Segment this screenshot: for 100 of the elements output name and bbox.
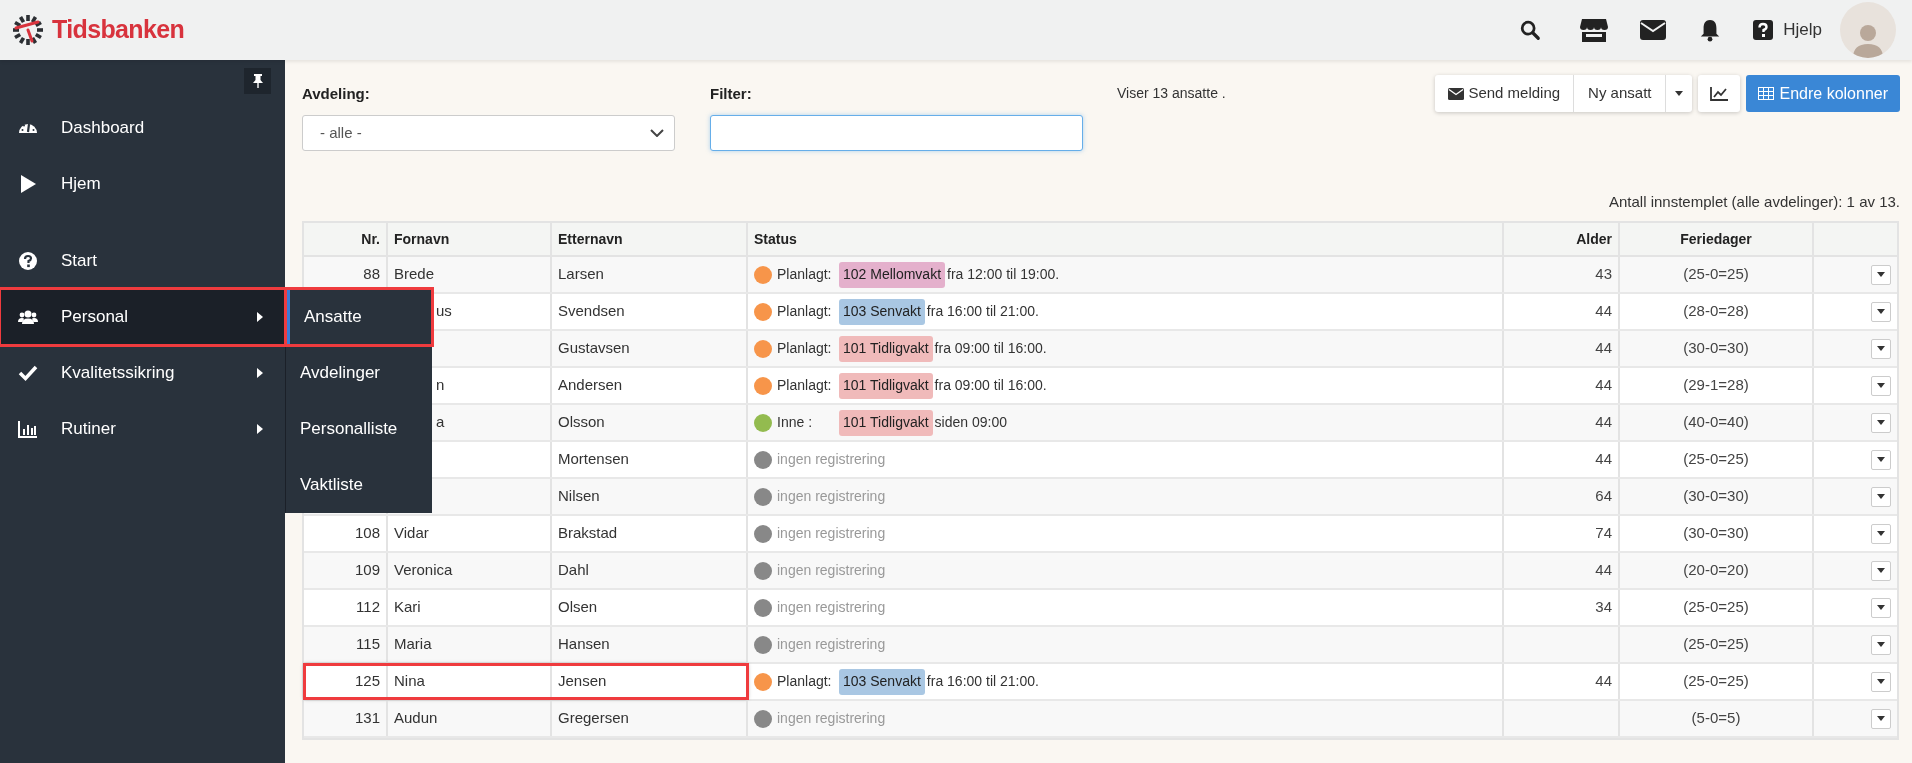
table-cell-text: Kari	[394, 597, 421, 618]
shift-tag: 101 Tidligvakt	[839, 372, 933, 399]
search-icon[interactable]	[1519, 19, 1542, 41]
table-cell-text: Larsen	[558, 264, 604, 285]
row-menu-button[interactable]	[1871, 634, 1891, 655]
row-menu-button[interactable]	[1871, 301, 1891, 322]
table-cell-text: (20-0=20)	[1683, 560, 1749, 581]
row-menu-button[interactable]	[1871, 486, 1891, 507]
row-menu-button[interactable]	[1871, 523, 1891, 544]
table-cell-text: (30-0=30)	[1683, 523, 1749, 544]
status-label: Planlagt:	[777, 265, 833, 284]
table-cell-text: (30-0=30)	[1683, 338, 1749, 359]
row-menu-button[interactable]	[1871, 597, 1891, 618]
table-cell-text: (28-0=28)	[1683, 301, 1749, 322]
table-cell-text: Audun	[394, 708, 438, 729]
row-menu-button[interactable]	[1871, 449, 1891, 470]
chart-button[interactable]	[1698, 75, 1741, 112]
send-message-button[interactable]: Send melding	[1435, 75, 1575, 112]
caret-down-icon	[1675, 91, 1684, 96]
status-label: ingen registrering	[777, 487, 886, 506]
table-cell-text: 44	[1595, 671, 1612, 692]
table-cell-text: 88	[363, 264, 380, 285]
column-header[interactable]: Fornavn	[388, 223, 552, 255]
new-employee-button[interactable]: Ny ansatt	[1574, 75, 1667, 112]
column-header[interactable]: Etternavn	[552, 223, 748, 255]
change-columns-button[interactable]: Endre kolonner	[1746, 75, 1900, 112]
row-menu-button[interactable]	[1871, 560, 1891, 581]
table-cell-text: 34	[1595, 597, 1612, 618]
submenu-item[interactable]: Vaktliste	[286, 457, 432, 513]
table-cell-text: 74	[1595, 523, 1612, 544]
employee-count-text: Viser 13 ansatte .	[1117, 84, 1226, 103]
column-header[interactable]: Status	[748, 223, 1504, 255]
table-cell-text: 44	[1595, 412, 1612, 433]
table-cell-text: 44	[1595, 301, 1612, 322]
status-detail: siden 09:00	[934, 413, 1007, 432]
sidebar-item[interactable]: Start	[0, 233, 285, 289]
table-cell-text: Gustavsen	[558, 338, 630, 359]
table-cell-text: Olsen	[558, 597, 598, 618]
table-cell-text: Nina	[394, 671, 425, 692]
help-icon[interactable]	[1753, 20, 1774, 40]
caret-down-icon	[1877, 642, 1885, 647]
table-cell-text: us	[436, 301, 452, 322]
shift-tag: 103 Senvakt	[839, 298, 925, 325]
table-cell-text: a	[436, 412, 445, 433]
row-menu-button[interactable]	[1871, 412, 1891, 433]
column-header[interactable]: Nr.	[304, 223, 388, 255]
logo-text: Tidsbanken	[52, 14, 185, 46]
row-menu-button[interactable]	[1871, 708, 1891, 729]
table-cell-text: (5-0=5)	[1691, 708, 1741, 729]
department-select[interactable]: - alle -	[302, 115, 675, 151]
row-menu-button[interactable]	[1871, 338, 1891, 359]
table-cell-text: 44	[1595, 338, 1612, 359]
sidebar-item[interactable]: Kvalitetssikring	[0, 345, 285, 401]
status-label: ingen registrering	[777, 524, 886, 543]
table-cell-text: Olsson	[558, 412, 605, 433]
status-detail: fra 09:00 til 16:00.	[934, 376, 1047, 395]
table-cell-text: (40-0=40)	[1683, 412, 1749, 433]
department-label: Avdeling:	[302, 84, 371, 104]
status-label: ingen registrering	[777, 635, 886, 654]
sidebar-item[interactable]: Dashboard	[0, 100, 285, 156]
pin-icon	[251, 74, 264, 88]
mail-icon	[1448, 87, 1465, 100]
submenu-item[interactable]: Ansatte	[286, 289, 432, 345]
table-cell-text: Gregersen	[558, 708, 629, 729]
store-icon[interactable]	[1579, 17, 1610, 43]
status-label: Planlagt:	[777, 376, 833, 395]
table-cell-text: (25-0=25)	[1683, 597, 1749, 618]
column-header[interactable]: Feriedager	[1620, 223, 1814, 255]
shift-tag: 103 Senvakt	[839, 668, 925, 695]
table-cell-text: Jensen	[558, 671, 607, 692]
sidebar-item[interactable]: Personal	[0, 289, 285, 345]
table-cell-text: 112	[356, 597, 380, 618]
caret-down-icon	[1877, 568, 1885, 573]
table-cell-text: 44	[1595, 560, 1612, 581]
caret-down-icon	[1877, 272, 1885, 277]
column-header[interactable]: Alder	[1504, 223, 1620, 255]
row-menu-button[interactable]	[1871, 375, 1891, 396]
table-icon	[1758, 87, 1775, 100]
row-menu-button[interactable]	[1871, 671, 1891, 692]
sidebar-item[interactable]: Rutiner	[0, 401, 285, 457]
status-label: ingen registrering	[777, 561, 886, 580]
sidebar-item[interactable]: Hjem	[0, 156, 285, 212]
question-icon	[18, 251, 38, 271]
status-label: ingen registrering	[777, 450, 886, 469]
submenu-item[interactable]: Avdelinger	[286, 345, 432, 401]
status-label: Inne :	[777, 413, 814, 432]
pin-button[interactable]	[244, 68, 271, 94]
table-cell-text: 109	[354, 560, 380, 581]
caret-down-icon	[1877, 679, 1885, 684]
status-label: Planlagt:	[777, 302, 833, 321]
mail-icon[interactable]	[1639, 19, 1668, 41]
help-link[interactable]: Hjelp	[1783, 17, 1822, 43]
bar-chart-icon	[18, 419, 38, 439]
status-label: Planlagt:	[777, 672, 833, 691]
clock-logo-icon	[12, 14, 44, 46]
submenu-item[interactable]: Personalliste	[286, 401, 432, 457]
table-cell-text: 115	[356, 634, 380, 655]
table-cell-text: Maria	[394, 634, 432, 655]
row-menu-button[interactable]	[1871, 264, 1891, 285]
filter-input[interactable]	[710, 115, 1083, 151]
